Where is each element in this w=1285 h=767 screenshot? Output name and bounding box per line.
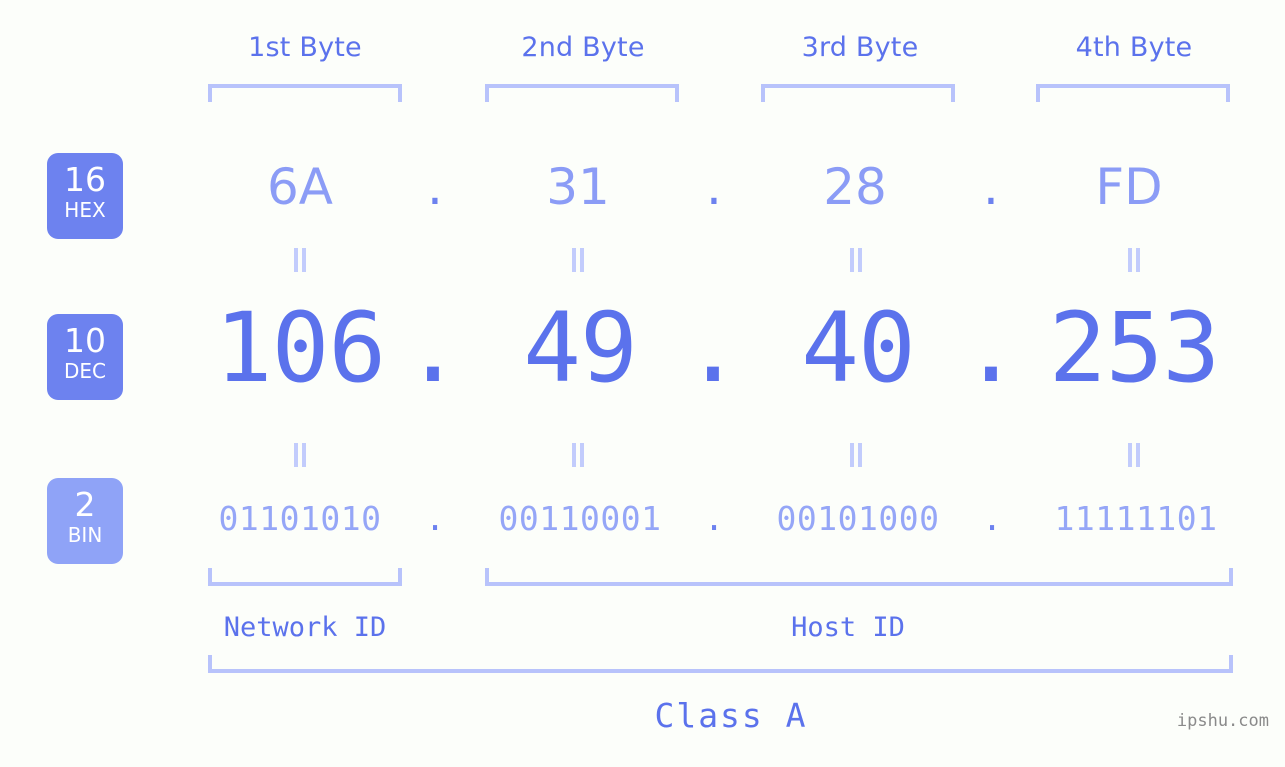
equals-mark-hex-dec-1 [293,248,307,272]
host-id-label: Host ID [791,612,905,643]
byte-header-1: 1st Byte [248,32,362,63]
network-id-label: Network ID [223,612,387,643]
dec-separator-1: . [404,292,462,404]
radix-badge-hex: 16 HEX [47,153,123,239]
bin-octet-1: 01101010 [218,499,382,538]
equals-mark-dec-bin-1 [293,443,307,467]
dec-separator-2: . [684,292,742,404]
equals-mark-dec-bin-3 [849,443,863,467]
dec-octet-4: 253 [1048,292,1220,404]
hex-separator-2: . [706,158,722,216]
byte-bracket-top-3 [761,84,955,102]
equals-mark-hex-dec-2 [571,248,585,272]
bin-octet-4: 11111101 [1054,499,1218,538]
bin-separator-3: . [982,499,1002,538]
hex-octet-3: 28 [823,158,887,216]
byte-header-3: 3rd Byte [801,32,919,63]
radix-badge-bin-word: BIN [67,523,103,547]
radix-badge-dec-word: DEC [63,359,106,383]
radix-badge-dec-number: 10 [64,321,106,360]
host-id-bracket [485,568,1233,586]
dec-separator-3: . [962,292,1020,404]
byte-bracket-top-4 [1036,84,1230,102]
bin-octet-2: 00110001 [498,499,662,538]
bin-octet-3: 00101000 [776,499,940,538]
byte-bracket-top-1 [208,84,402,102]
class-bracket [208,655,1233,673]
byte-header-4: 4th Byte [1075,32,1193,63]
bin-separator-1: . [425,499,445,538]
byte-header-2: 2nd Byte [521,32,645,63]
radix-badge-hex-word: HEX [64,198,106,222]
equals-mark-dec-bin-4 [1127,443,1141,467]
equals-mark-hex-dec-3 [849,248,863,272]
hex-octet-4: FD [1095,158,1163,216]
radix-badge-bin: 2 BIN [47,478,123,564]
radix-badge-bin-number: 2 [74,485,96,524]
watermark: ipshu.com [1176,711,1269,731]
dec-octet-1: 106 [214,292,386,404]
byte-bracket-top-2 [485,84,679,102]
dec-octet-3: 40 [801,292,916,404]
class-label: Class A [654,696,808,735]
equals-mark-hex-dec-4 [1127,248,1141,272]
bin-separator-2: . [704,499,724,538]
hex-octet-2: 31 [546,158,610,216]
network-id-bracket [208,568,402,586]
hex-octet-1: 6A [266,158,333,216]
radix-badge-dec: 10 DEC [47,314,123,400]
dec-octet-2: 49 [523,292,638,404]
ip-breakdown-diagram: 1st Byte 2nd Byte 3rd Byte 4th Byte 16 H… [0,0,1285,767]
equals-mark-dec-bin-2 [571,443,585,467]
radix-badge-hex-number: 16 [64,160,106,199]
hex-separator-1: . [427,158,443,216]
hex-separator-3: . [983,158,999,216]
